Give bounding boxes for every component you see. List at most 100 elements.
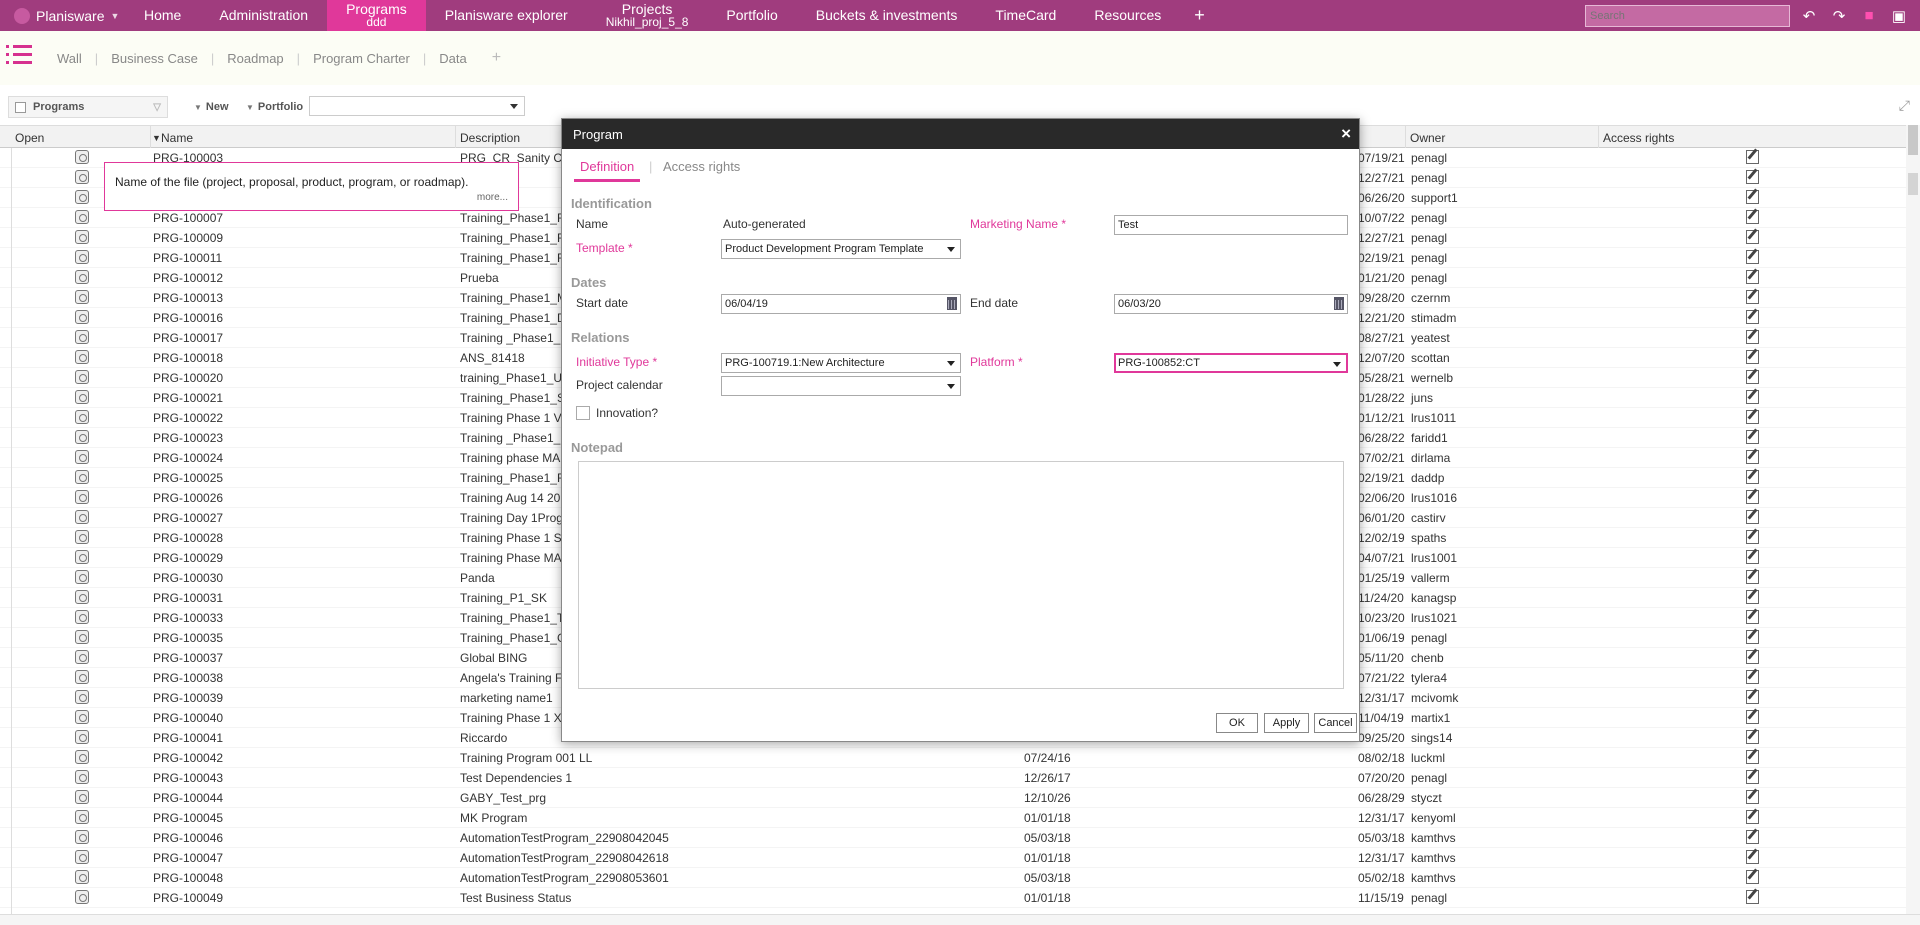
edit-access-icon[interactable] <box>1746 670 1759 684</box>
edit-access-icon[interactable] <box>1746 790 1759 804</box>
open-file-icon[interactable] <box>75 670 89 684</box>
nav-projects[interactable]: Projects Nikhil_proj_5_8 <box>587 0 708 31</box>
col-access-rights[interactable]: Access rights <box>1603 131 1674 145</box>
edit-access-icon[interactable] <box>1746 610 1759 624</box>
save-icon[interactable]: ▣ <box>1888 6 1910 26</box>
brand-menu[interactable]: Planisware ▼ <box>0 0 125 31</box>
project-calendar-select[interactable] <box>721 376 961 396</box>
open-file-icon[interactable] <box>75 630 89 644</box>
tab-definition[interactable]: Definition <box>574 159 641 182</box>
open-file-icon[interactable] <box>75 470 89 484</box>
col-name[interactable]: Name <box>161 131 193 145</box>
table-row[interactable]: PRG-100047 AutomationTestProgram_22908042… <box>0 848 1906 868</box>
open-file-icon[interactable] <box>75 250 89 264</box>
col-description[interactable]: Description <box>460 131 520 145</box>
open-file-icon[interactable] <box>75 390 89 404</box>
save-pink-icon[interactable]: ■ <box>1858 6 1880 26</box>
open-file-icon[interactable] <box>75 790 89 804</box>
open-file-icon[interactable] <box>75 810 89 824</box>
edit-access-icon[interactable] <box>1746 630 1759 644</box>
edit-access-icon[interactable] <box>1746 810 1759 824</box>
open-file-icon[interactable] <box>75 550 89 564</box>
edit-access-icon[interactable] <box>1746 890 1759 904</box>
edit-access-icon[interactable] <box>1746 730 1759 744</box>
add-tab-icon[interactable]: + <box>1180 5 1219 26</box>
edit-access-icon[interactable] <box>1746 270 1759 284</box>
vertical-scrollbar[interactable] <box>1906 125 1920 915</box>
close-icon[interactable]: × <box>1341 124 1351 144</box>
open-file-icon[interactable] <box>75 290 89 304</box>
table-row[interactable]: PRG-100048 AutomationTestProgram_22908053… <box>0 868 1906 888</box>
edit-access-icon[interactable] <box>1746 430 1759 444</box>
edit-access-icon[interactable] <box>1746 470 1759 484</box>
tab-roadmap[interactable]: Roadmap <box>214 51 296 66</box>
nav-buckets-investments[interactable]: Buckets & investments <box>797 0 977 31</box>
edit-access-icon[interactable] <box>1746 590 1759 604</box>
open-file-icon[interactable] <box>75 370 89 384</box>
open-file-icon[interactable] <box>75 890 89 904</box>
open-file-icon[interactable] <box>75 730 89 744</box>
open-file-icon[interactable] <box>75 650 89 664</box>
open-file-icon[interactable] <box>75 570 89 584</box>
table-row[interactable]: PRG-100045 MK Program 01/01/18 12/31/17 keny… <box>0 808 1906 828</box>
edit-access-icon[interactable] <box>1746 450 1759 464</box>
open-file-icon[interactable] <box>75 490 89 504</box>
apply-button[interactable]: Apply <box>1264 713 1309 733</box>
table-row[interactable]: PRG-100049 Test Business Status 01/01/18 11… <box>0 888 1906 908</box>
open-file-icon[interactable] <box>75 330 89 344</box>
portfolio-button[interactable]: ▼ Portfolio <box>246 101 303 113</box>
template-select[interactable]: Product Development Program Template <box>721 239 961 259</box>
open-file-icon[interactable] <box>75 610 89 624</box>
edit-access-icon[interactable] <box>1746 550 1759 564</box>
notepad-textarea[interactable] <box>578 461 1344 689</box>
tab-data[interactable]: Data <box>426 51 479 66</box>
open-file-icon[interactable] <box>75 770 89 784</box>
search-input[interactable] <box>1585 4 1790 27</box>
table-row[interactable]: PRG-100046 AutomationTestProgram_22908042… <box>0 828 1906 848</box>
nav-home[interactable]: Home <box>125 0 200 31</box>
open-file-icon[interactable] <box>75 830 89 844</box>
edit-access-icon[interactable] <box>1746 330 1759 344</box>
marketing-name-input[interactable]: Test <box>1114 215 1348 235</box>
open-file-icon[interactable] <box>75 410 89 424</box>
edit-access-icon[interactable] <box>1746 230 1759 244</box>
open-file-icon[interactable] <box>75 510 89 524</box>
undo-icon[interactable]: ↶ <box>1798 6 1820 26</box>
tooltip-more-link[interactable]: more... <box>477 192 508 203</box>
open-file-icon[interactable] <box>75 430 89 444</box>
tab-program-charter[interactable]: Program Charter <box>300 51 423 66</box>
portfolio-select[interactable] <box>309 96 525 116</box>
edit-access-icon[interactable] <box>1746 570 1759 584</box>
edit-access-icon[interactable] <box>1746 770 1759 784</box>
nav-portfolio[interactable]: Portfolio <box>707 0 796 31</box>
open-file-icon[interactable] <box>75 530 89 544</box>
table-row[interactable]: PRG-100043 Test Dependencies 1 12/26/17 07/… <box>0 768 1906 788</box>
new-button[interactable]: ▼ New <box>194 101 229 113</box>
edit-access-icon[interactable] <box>1746 690 1759 704</box>
tab-wall[interactable]: Wall <box>44 51 95 66</box>
open-file-icon[interactable] <box>75 150 89 164</box>
calendar-icon[interactable] <box>1334 297 1344 310</box>
edit-access-icon[interactable] <box>1746 370 1759 384</box>
edit-access-icon[interactable] <box>1746 190 1759 204</box>
open-file-icon[interactable] <box>75 710 89 724</box>
cancel-button[interactable]: Cancel <box>1314 713 1357 733</box>
sort-desc-icon[interactable]: ▼ <box>152 133 161 143</box>
col-owner[interactable]: Owner <box>1410 131 1445 145</box>
open-file-icon[interactable] <box>75 690 89 704</box>
horizontal-scrollbar[interactable] <box>0 914 1920 925</box>
open-file-icon[interactable] <box>75 350 89 364</box>
open-file-icon[interactable] <box>75 590 89 604</box>
nav-planisware-explorer[interactable]: Planisware explorer <box>426 0 587 31</box>
select-all-checkbox[interactable] <box>15 101 26 113</box>
open-file-icon[interactable] <box>75 450 89 464</box>
filter-icon[interactable]: ▽ <box>153 102 161 113</box>
edit-access-icon[interactable] <box>1746 210 1759 224</box>
edit-access-icon[interactable] <box>1746 830 1759 844</box>
edit-access-icon[interactable] <box>1746 390 1759 404</box>
edit-access-icon[interactable] <box>1746 650 1759 664</box>
add-view-icon[interactable]: + <box>492 49 501 67</box>
open-file-icon[interactable] <box>75 310 89 324</box>
edit-access-icon[interactable] <box>1746 350 1759 364</box>
open-file-icon[interactable] <box>75 870 89 884</box>
